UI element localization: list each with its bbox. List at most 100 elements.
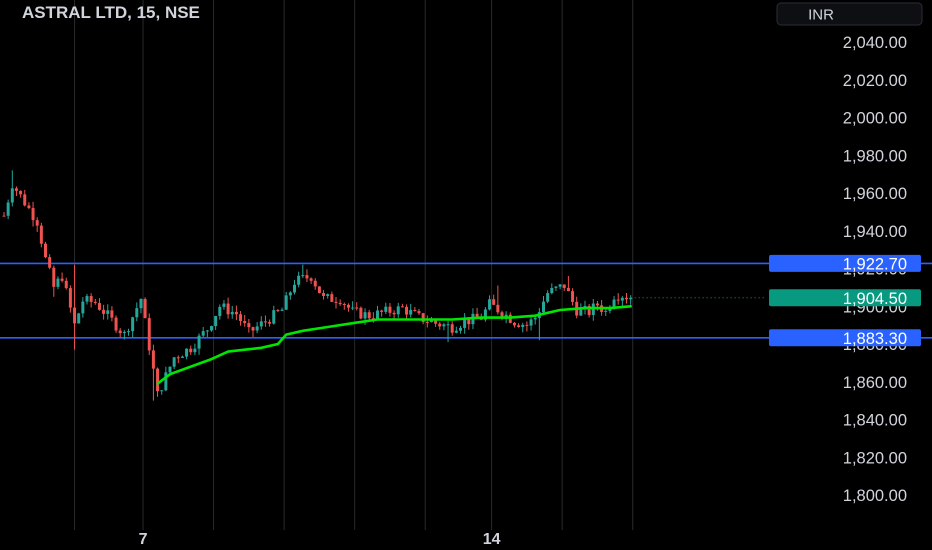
candle-body [201, 331, 205, 336]
candle-body [205, 330, 209, 332]
candle-body [193, 348, 197, 353]
candle-body [566, 287, 570, 292]
candle-body [39, 225, 43, 244]
price-chart[interactable]: 2,040.00 2,020.00 2,000.00 1,980.00 1,960.00… [0, 0, 932, 550]
candle-body [434, 320, 438, 324]
candle-body [529, 319, 533, 326]
candle-body [210, 326, 213, 331]
candle-body [388, 306, 392, 313]
candle-body [44, 243, 47, 258]
candle-body [139, 299, 143, 309]
candle-body [64, 280, 68, 289]
candle-body [131, 317, 135, 332]
candle-body [301, 275, 305, 277]
candle-body [542, 301, 545, 313]
candle-body [31, 208, 35, 221]
candle-body [102, 309, 106, 314]
candle-body [571, 291, 575, 302]
candle-body [97, 303, 101, 310]
candle-body [376, 310, 379, 319]
candle-body [417, 311, 421, 314]
candle-body [409, 309, 413, 315]
candle-body [351, 307, 355, 309]
candle-body [293, 284, 296, 293]
candle-body [488, 299, 492, 310]
candle-body [546, 293, 550, 302]
candle-body [81, 301, 85, 314]
currency-button-box [776, 2, 923, 26]
price-tick-label: 2,020.00 [843, 72, 907, 90]
candle-body [454, 330, 458, 333]
candle-body [6, 202, 10, 216]
price-tick-label: 1,980.00 [843, 147, 907, 165]
currency-label: INR [808, 7, 834, 24]
candle-body [35, 220, 39, 226]
candle-body [384, 306, 388, 312]
candle-body [521, 324, 525, 327]
candle-body [272, 310, 276, 324]
candle-body [367, 312, 371, 319]
price-tick-label: 1,820.00 [843, 449, 907, 467]
candle-body [359, 307, 363, 319]
price-tag-label: 1,904.50 [843, 290, 907, 308]
candle-body [77, 313, 81, 324]
candle-body [425, 321, 429, 323]
candle-body [355, 307, 359, 309]
candle-body [297, 275, 301, 285]
candle-body [305, 275, 309, 279]
price-tag-label: 1,883.30 [843, 330, 907, 348]
candle-body [309, 278, 313, 281]
candle-body [413, 309, 417, 312]
candle-body [554, 286, 558, 288]
candle-body [442, 324, 446, 327]
time-tick-label: 14 [483, 531, 501, 548]
candle-body [247, 323, 251, 328]
candle-body [68, 288, 72, 308]
candle-body [176, 357, 180, 359]
candle-body [122, 331, 126, 334]
candle-body [558, 284, 562, 287]
price-tick-label: 1,860.00 [843, 374, 907, 392]
candle-body [73, 307, 77, 324]
candle-body [313, 280, 317, 287]
candle-body [625, 297, 628, 300]
candle-body [380, 310, 384, 312]
candle-body [60, 278, 64, 281]
candle-body [525, 324, 529, 326]
candle-body [168, 366, 172, 373]
candle-body [446, 324, 450, 326]
candle-body [263, 321, 267, 323]
candle-body [230, 311, 234, 315]
price-tick-label: 1,840.00 [843, 412, 907, 430]
price-tag-label: 1,922.70 [843, 255, 907, 273]
candle-body [405, 306, 409, 315]
candle-body [239, 314, 243, 322]
candle-body [226, 303, 230, 315]
candle-body [317, 286, 321, 294]
candle-body [143, 299, 147, 319]
candle-body [214, 316, 218, 327]
price-tick-label: 1,960.00 [843, 185, 907, 203]
candle-body [19, 190, 23, 195]
time-tick-label: 7 [139, 531, 148, 548]
candle-body [114, 317, 118, 331]
candle-body [322, 293, 326, 296]
candle-body [280, 309, 284, 311]
candle-body [135, 308, 139, 318]
candle-body [160, 390, 164, 392]
candle-body [533, 317, 537, 320]
candle-body [517, 325, 521, 327]
candle-body [14, 188, 18, 191]
price-tick-label: 2,040.00 [843, 34, 907, 52]
candle-body [259, 321, 263, 327]
candle-body [276, 310, 280, 312]
candle-body [363, 312, 367, 319]
candle-body [346, 304, 350, 308]
candle-body [550, 287, 554, 294]
currency-button[interactable]: INR [776, 2, 923, 26]
candle-body [438, 323, 442, 327]
candle-body [500, 312, 504, 317]
candle-body [156, 368, 160, 392]
candle-body [334, 301, 338, 303]
candle-body [463, 319, 467, 328]
